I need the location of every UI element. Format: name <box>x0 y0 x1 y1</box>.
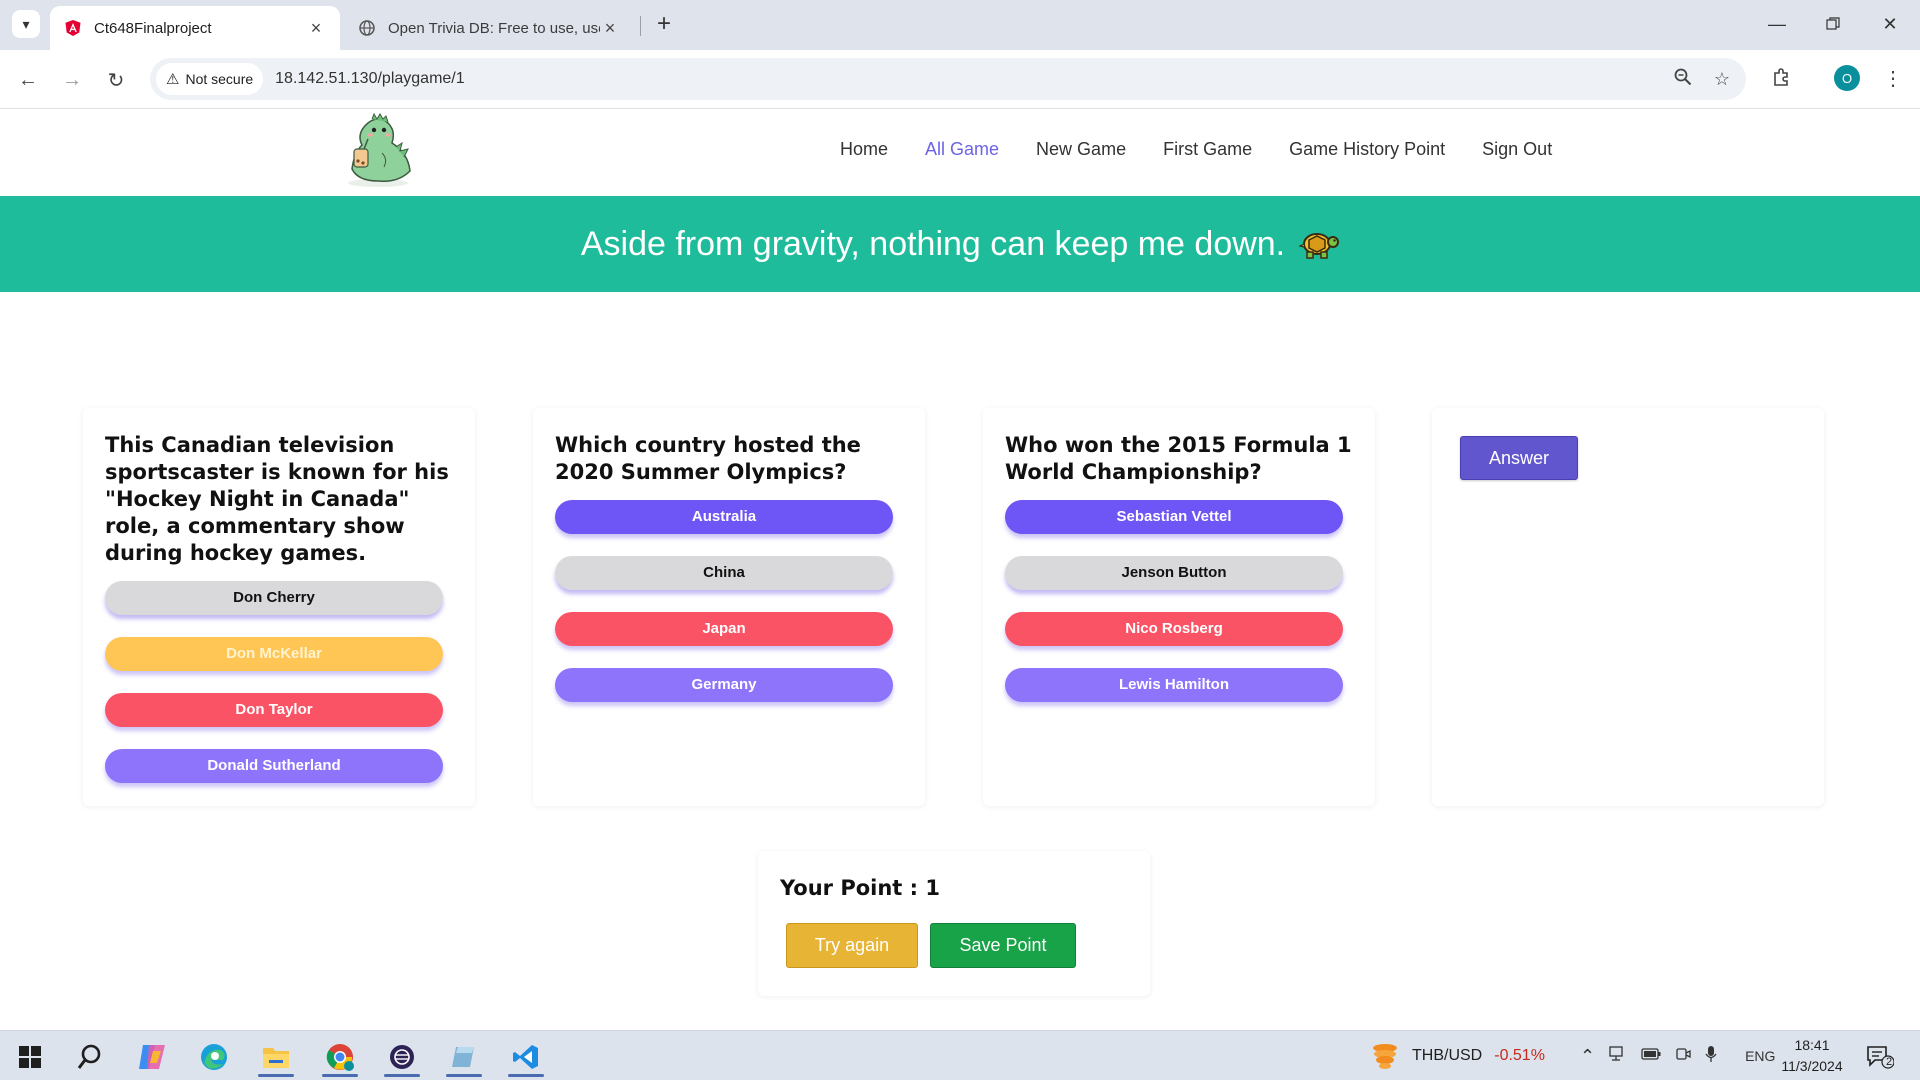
option-button[interactable]: Donald Sutherland <box>105 749 443 783</box>
question-text: Who won the 2015 Formula 1 World Champio… <box>1005 433 1352 484</box>
tab-open-trivia-db[interactable]: Open Trivia DB: Free to use, use × <box>344 6 634 50</box>
stock-coins-icon <box>1373 1044 1397 1069</box>
ticker-change: -0.51% <box>1494 1047 1545 1064</box>
stock-widget[interactable]: THB/USD -0.51% <box>1370 1031 1545 1080</box>
address-bar[interactable]: ⚠ Not secure 18.142.51.130/playgame/1 ☆ <box>150 58 1746 100</box>
ticker-symbol: THB/USD <box>1412 1047 1483 1064</box>
option-button[interactable]: China <box>555 556 893 590</box>
new-tab-button[interactable]: + <box>650 10 678 38</box>
option-button[interactable]: Australia <box>555 500 893 534</box>
tab-separator <box>640 16 641 36</box>
tab-search-button[interactable]: ▾ <box>12 10 40 38</box>
nav-sign-out[interactable]: Sign Out <box>1482 139 1552 160</box>
nav-game-history-point[interactable]: Game History Point <box>1289 139 1445 160</box>
answer-button[interactable]: Answer <box>1460 436 1578 480</box>
option-button[interactable]: Don Cherry <box>105 581 443 615</box>
eclipse-ide-icon[interactable] <box>378 1037 426 1077</box>
camera-icon[interactable] <box>1675 1046 1691 1067</box>
reload-icon[interactable]: ↻ <box>100 64 132 96</box>
windows-taskbar: THB/USD -0.51% ⌃ ENG 18:41 11/3/2024 2 <box>0 1030 1920 1080</box>
browser-menu-icon[interactable]: ⋮ <box>1880 63 1906 93</box>
clock-date: 11/3/2024 <box>1781 1058 1843 1074</box>
quote-banner: Aside from gravity, nothing can keep me … <box>0 196 1920 292</box>
main-nav: Home All Game New Game First Game Game H… <box>840 139 1552 160</box>
edge-browser-icon[interactable] <box>190 1037 238 1077</box>
notepad-icon[interactable] <box>440 1037 488 1077</box>
language-indicator[interactable]: ENG <box>1745 1048 1775 1064</box>
option-button[interactable]: Don Taylor <box>105 693 443 727</box>
question-card-3: Who won the 2015 Formula 1 World Champio… <box>983 408 1375 806</box>
active-indicator <box>384 1074 420 1077</box>
nav-first-game[interactable]: First Game <box>1163 139 1252 160</box>
restore-window-icon[interactable] <box>1813 8 1853 40</box>
option-button[interactable]: Jenson Button <box>1005 556 1343 590</box>
nav-home[interactable]: Home <box>840 139 888 160</box>
active-indicator <box>446 1074 482 1077</box>
banner-quote: Aside from gravity, nothing can keep me … <box>580 224 1286 263</box>
clock-time: 18:41 <box>1794 1037 1830 1053</box>
save-point-button[interactable]: Save Point <box>930 923 1076 968</box>
clock[interactable]: 18:41 11/3/2024 <box>1772 1035 1852 1077</box>
network-icon[interactable] <box>1609 1045 1627 1067</box>
security-label: Not secure <box>185 71 254 87</box>
tab-title: Ct648Finalproject <box>94 19 212 37</box>
angular-favicon-icon <box>64 19 82 37</box>
question-text: Which country hosted the 2020 Summer Oly… <box>555 433 861 484</box>
url-text[interactable]: 18.142.51.130/playgame/1 <box>275 70 464 88</box>
bookmark-star-icon[interactable]: ☆ <box>1714 69 1730 90</box>
microphone-icon[interactable] <box>1705 1045 1717 1068</box>
close-tab-icon[interactable]: × <box>600 18 620 39</box>
chevron-up-icon[interactable]: ⌃ <box>1580 1046 1595 1067</box>
warning-triangle-icon: ⚠ <box>166 71 180 88</box>
your-point-label: Your Point : 1 <box>780 876 940 900</box>
close-tab-icon[interactable]: × <box>306 18 326 39</box>
option-button[interactable]: Germany <box>555 668 893 702</box>
tab-strip: ▾ Ct648Finalproject × Open Trivia DB: Fr… <box>0 0 1920 50</box>
question-card-1: This Canadian television sportscaster is… <box>83 408 475 806</box>
back-arrow-icon[interactable]: ← <box>12 64 44 96</box>
notification-count: 2 <box>1886 1056 1893 1068</box>
copilot-icon[interactable] <box>128 1037 176 1077</box>
dinosaur-logo-icon[interactable] <box>338 112 418 189</box>
profile-avatar[interactable]: O <box>1834 65 1860 91</box>
battery-icon[interactable] <box>1641 1047 1661 1065</box>
tab-ct648finalproject[interactable]: Ct648Finalproject × <box>50 6 340 50</box>
minimize-window-icon[interactable]: — <box>1757 8 1797 40</box>
search-icon[interactable] <box>66 1037 114 1077</box>
active-indicator <box>322 1074 358 1077</box>
option-button[interactable]: Lewis Hamilton <box>1005 668 1343 702</box>
nav-all-game[interactable]: All Game <box>925 139 999 160</box>
file-explorer-icon[interactable] <box>252 1037 300 1077</box>
extensions-puzzle-icon[interactable] <box>1766 63 1796 93</box>
option-button[interactable]: Nico Rosberg <box>1005 612 1343 646</box>
forward-arrow-icon[interactable]: → <box>56 64 88 96</box>
turtle-icon <box>1298 228 1340 260</box>
chrome-icon[interactable] <box>316 1037 364 1077</box>
vscode-icon[interactable] <box>502 1037 550 1077</box>
site-header: Home All Game New Game First Game Game H… <box>0 109 1920 196</box>
active-indicator <box>508 1074 544 1077</box>
question-text: This Canadian television sportscaster is… <box>105 433 449 565</box>
tab-title: Open Trivia DB: Free to use, use <box>388 19 600 37</box>
windows-start-icon[interactable] <box>6 1037 54 1077</box>
option-button[interactable]: Japan <box>555 612 893 646</box>
try-again-button[interactable]: Try again <box>786 923 918 968</box>
system-tray: ⌃ ENG <box>1580 1031 1775 1080</box>
points-card: Your Point : 1 Try again Save Point <box>758 851 1150 996</box>
nav-new-game[interactable]: New Game <box>1036 139 1126 160</box>
question-card-2: Which country hosted the 2020 Summer Oly… <box>533 408 925 806</box>
notification-center-icon[interactable]: 2 <box>1860 1037 1900 1077</box>
zoom-icon[interactable] <box>1674 68 1692 91</box>
close-window-icon[interactable]: ✕ <box>1870 8 1910 40</box>
option-button[interactable]: Sebastian Vettel <box>1005 500 1343 534</box>
option-button[interactable]: Don McKellar <box>105 637 443 671</box>
browser-toolbar: ← → ↻ ⚠ Not secure 18.142.51.130/playgam… <box>0 50 1920 108</box>
site-info-chip[interactable]: ⚠ Not secure <box>156 63 264 95</box>
active-indicator <box>258 1074 294 1077</box>
globe-icon <box>358 19 376 37</box>
answer-card: Answer <box>1432 408 1824 806</box>
